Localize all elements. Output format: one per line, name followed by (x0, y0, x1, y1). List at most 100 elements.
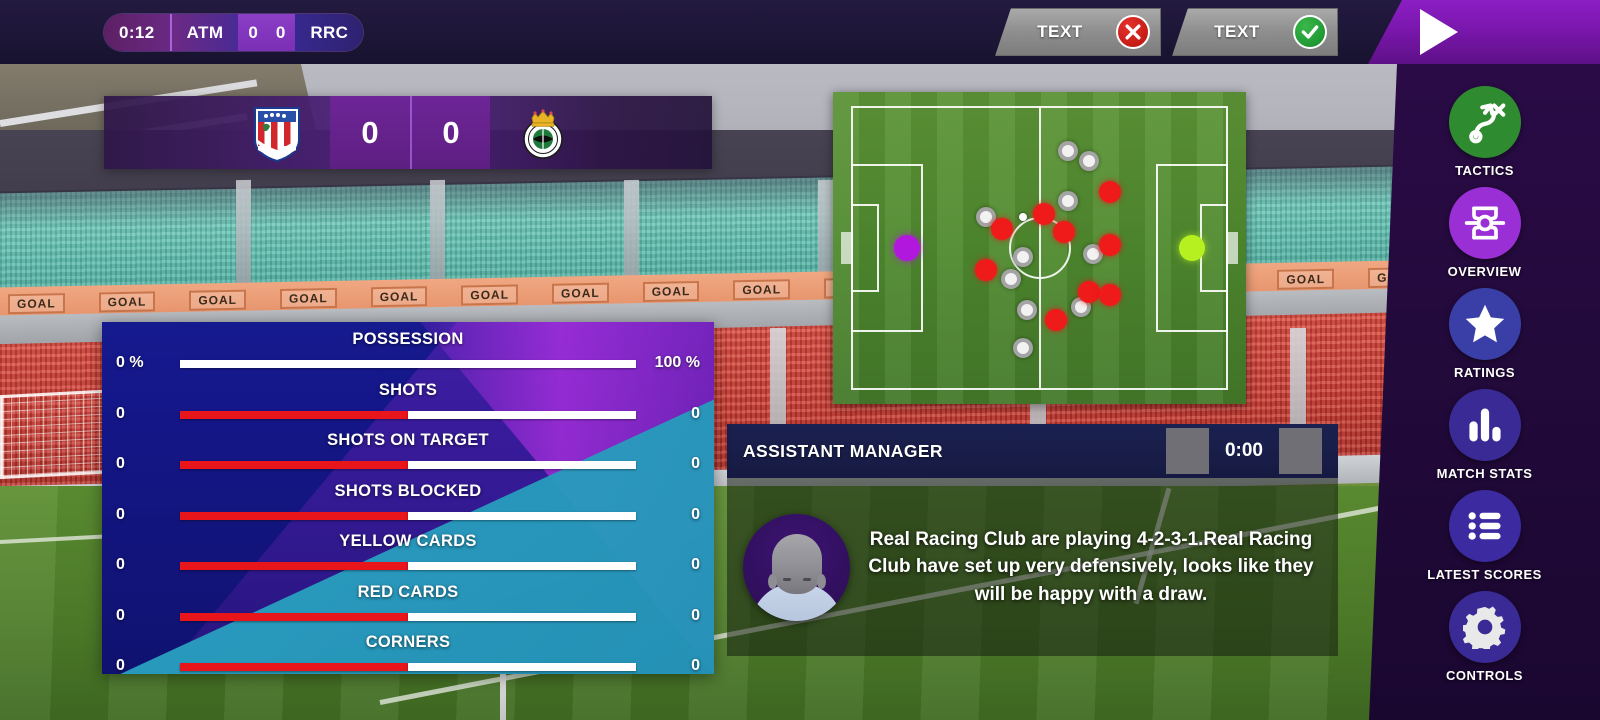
ad-goal-logo: GOAL (189, 289, 247, 311)
minimap-away-player (1098, 233, 1121, 256)
sidebar-item-label: RATINGS (1453, 365, 1516, 380)
stat-bar-home-fill (180, 562, 408, 570)
minimap-home-player (1017, 300, 1038, 321)
minimap-home-player (1012, 337, 1033, 358)
sidebar-item-controls[interactable]: CONTROLS (1410, 591, 1560, 683)
stat-home-value: 0 % (116, 354, 144, 371)
star-icon (1448, 288, 1521, 360)
stat-bar (180, 511, 636, 520)
minimap-home-player (1000, 269, 1021, 290)
ad-goal-logo: GOAL (552, 282, 609, 304)
stat-bar-away-fill (408, 511, 636, 520)
assistant-manager-body: Real Racing Club are playing 4-2-3-1.Rea… (727, 478, 1338, 656)
away-score: 0 (410, 96, 490, 169)
away-score-small: 0 (275, 22, 286, 42)
stat-row: YELLOW CARDS 0 0 (102, 530, 714, 581)
minimap-home-player (1079, 150, 1100, 171)
ad-goal-logo: GOAL (370, 286, 428, 308)
minimap-away-player (974, 258, 997, 281)
stat-row: CORNERS 0 0 (102, 631, 714, 674)
sidebar-item-label: TACTICS (1455, 163, 1514, 178)
minimap-away-player (991, 218, 1014, 241)
ad-goal-logo: GOAL (8, 293, 65, 315)
reject-text-button[interactable]: TEXT (995, 8, 1161, 56)
minimap-away-player (1045, 308, 1068, 331)
match-stats-panel: POSSESSION 0 % 100 % SHOTS 0 0 SHOTS ON TARGET… (102, 322, 714, 674)
stat-bar (180, 410, 636, 419)
sidebar-item-tactics[interactable]: TACTICS (1410, 86, 1560, 178)
stat-bar-away-fill (408, 663, 636, 671)
minimap-home-player (1058, 141, 1079, 162)
sidebar-item-label: MATCH STATS (1436, 466, 1533, 481)
minimap-goal-left (841, 232, 851, 264)
reject-button-label: TEXT (1037, 22, 1083, 41)
stat-row: SHOTS ON TARGET 0 0 (102, 429, 714, 480)
stat-home-value: 0 (116, 455, 125, 472)
minimap-away-player (1032, 202, 1055, 225)
minimap-goal-area-left (851, 204, 879, 292)
stat-home-value: 0 (116, 606, 125, 624)
stat-row: POSSESSION 0 % 100 % (102, 328, 714, 379)
minimap-away-player (1098, 283, 1121, 306)
stat-home-value: 0 (116, 404, 125, 422)
minimap-away-player (1053, 221, 1076, 244)
stat-bar-away-fill (180, 360, 636, 368)
stat-label: SHOTS (378, 380, 438, 399)
minimap-home-player (1012, 247, 1033, 268)
accept-button-label: TEXT (1214, 22, 1260, 41)
stat-row: SHOTS BLOCKED 0 0 (102, 480, 714, 531)
assistant-left-slot[interactable] (1165, 428, 1209, 474)
minimap-home-goalkeeper (894, 235, 921, 261)
stat-label: YELLOW CARDS (339, 532, 477, 550)
sidebar-item-overview[interactable]: OVERVIEW (1410, 187, 1560, 279)
stadium-stair (818, 179, 833, 287)
bar-chart-icon (1448, 389, 1521, 461)
match-clock: 0:12 (119, 22, 155, 42)
avatar-ear (816, 573, 826, 589)
atletico-madrid-crest (252, 106, 302, 162)
sidebar-item-match-stats[interactable]: MATCH STATS (1410, 389, 1560, 481)
top-bar: 0:12 ATM 0 0 RRC TEXT TEXT (0, 0, 1600, 64)
stat-away-value: 0 (691, 606, 700, 624)
stat-home-value: 0 (116, 505, 125, 523)
stat-away-value: 100 % (654, 354, 700, 371)
stat-away-value: 0 (691, 505, 700, 523)
stat-row: RED CARDS 0 0 (102, 581, 714, 632)
gear-icon (1448, 591, 1521, 663)
accept-check-icon (1293, 15, 1327, 49)
manager-avatar (743, 513, 850, 621)
play-resume-button[interactable] (1368, 0, 1600, 64)
minimap-home-player (1058, 191, 1079, 212)
sidebar-item-ratings[interactable]: RATINGS (1410, 288, 1560, 380)
stat-bar-away-fill (408, 461, 636, 469)
sidebar-item-label: OVERVIEW (1447, 264, 1522, 279)
stat-label: CORNERS (365, 633, 451, 651)
tactics-icon (1448, 86, 1521, 158)
accept-text-button[interactable]: TEXT (1172, 8, 1338, 56)
stat-home-value: 0 (116, 657, 125, 674)
stat-bar-home-fill (180, 461, 408, 469)
stat-label: POSSESSION (352, 330, 464, 348)
stat-bar-away-fill (408, 612, 636, 621)
avatar-eye (802, 577, 811, 581)
stat-bar (180, 461, 636, 469)
stat-away-value: 0 (691, 657, 700, 674)
list-icon (1448, 490, 1521, 562)
away-team-abbr: RRC (310, 22, 349, 42)
stats-row-list: POSSESSION 0 % 100 % SHOTS 0 0 SHOTS ON TARGET… (102, 322, 714, 674)
pitch-minimap[interactable] (833, 92, 1246, 404)
stat-label: RED CARDS (357, 582, 459, 601)
sidebar-item-latest-scores[interactable]: LATEST SCORES (1410, 490, 1560, 582)
avatar-head (767, 533, 826, 594)
assistant-timer: 0:00 (1224, 440, 1263, 461)
stat-bar-home-fill (180, 663, 408, 671)
assistant-right-slot[interactable] (1279, 428, 1322, 474)
stat-away-value: 0 (691, 556, 700, 573)
stat-row: SHOTS 0 0 (102, 379, 714, 430)
play-icon (1420, 9, 1458, 55)
match-clock-score-pill[interactable]: 0:12 ATM 0 0 RRC (104, 14, 364, 51)
stat-home-value: 0 (116, 556, 125, 573)
stat-bar-home-fill (180, 612, 408, 621)
minimap-ball (1018, 212, 1027, 221)
stat-bar (180, 360, 636, 368)
